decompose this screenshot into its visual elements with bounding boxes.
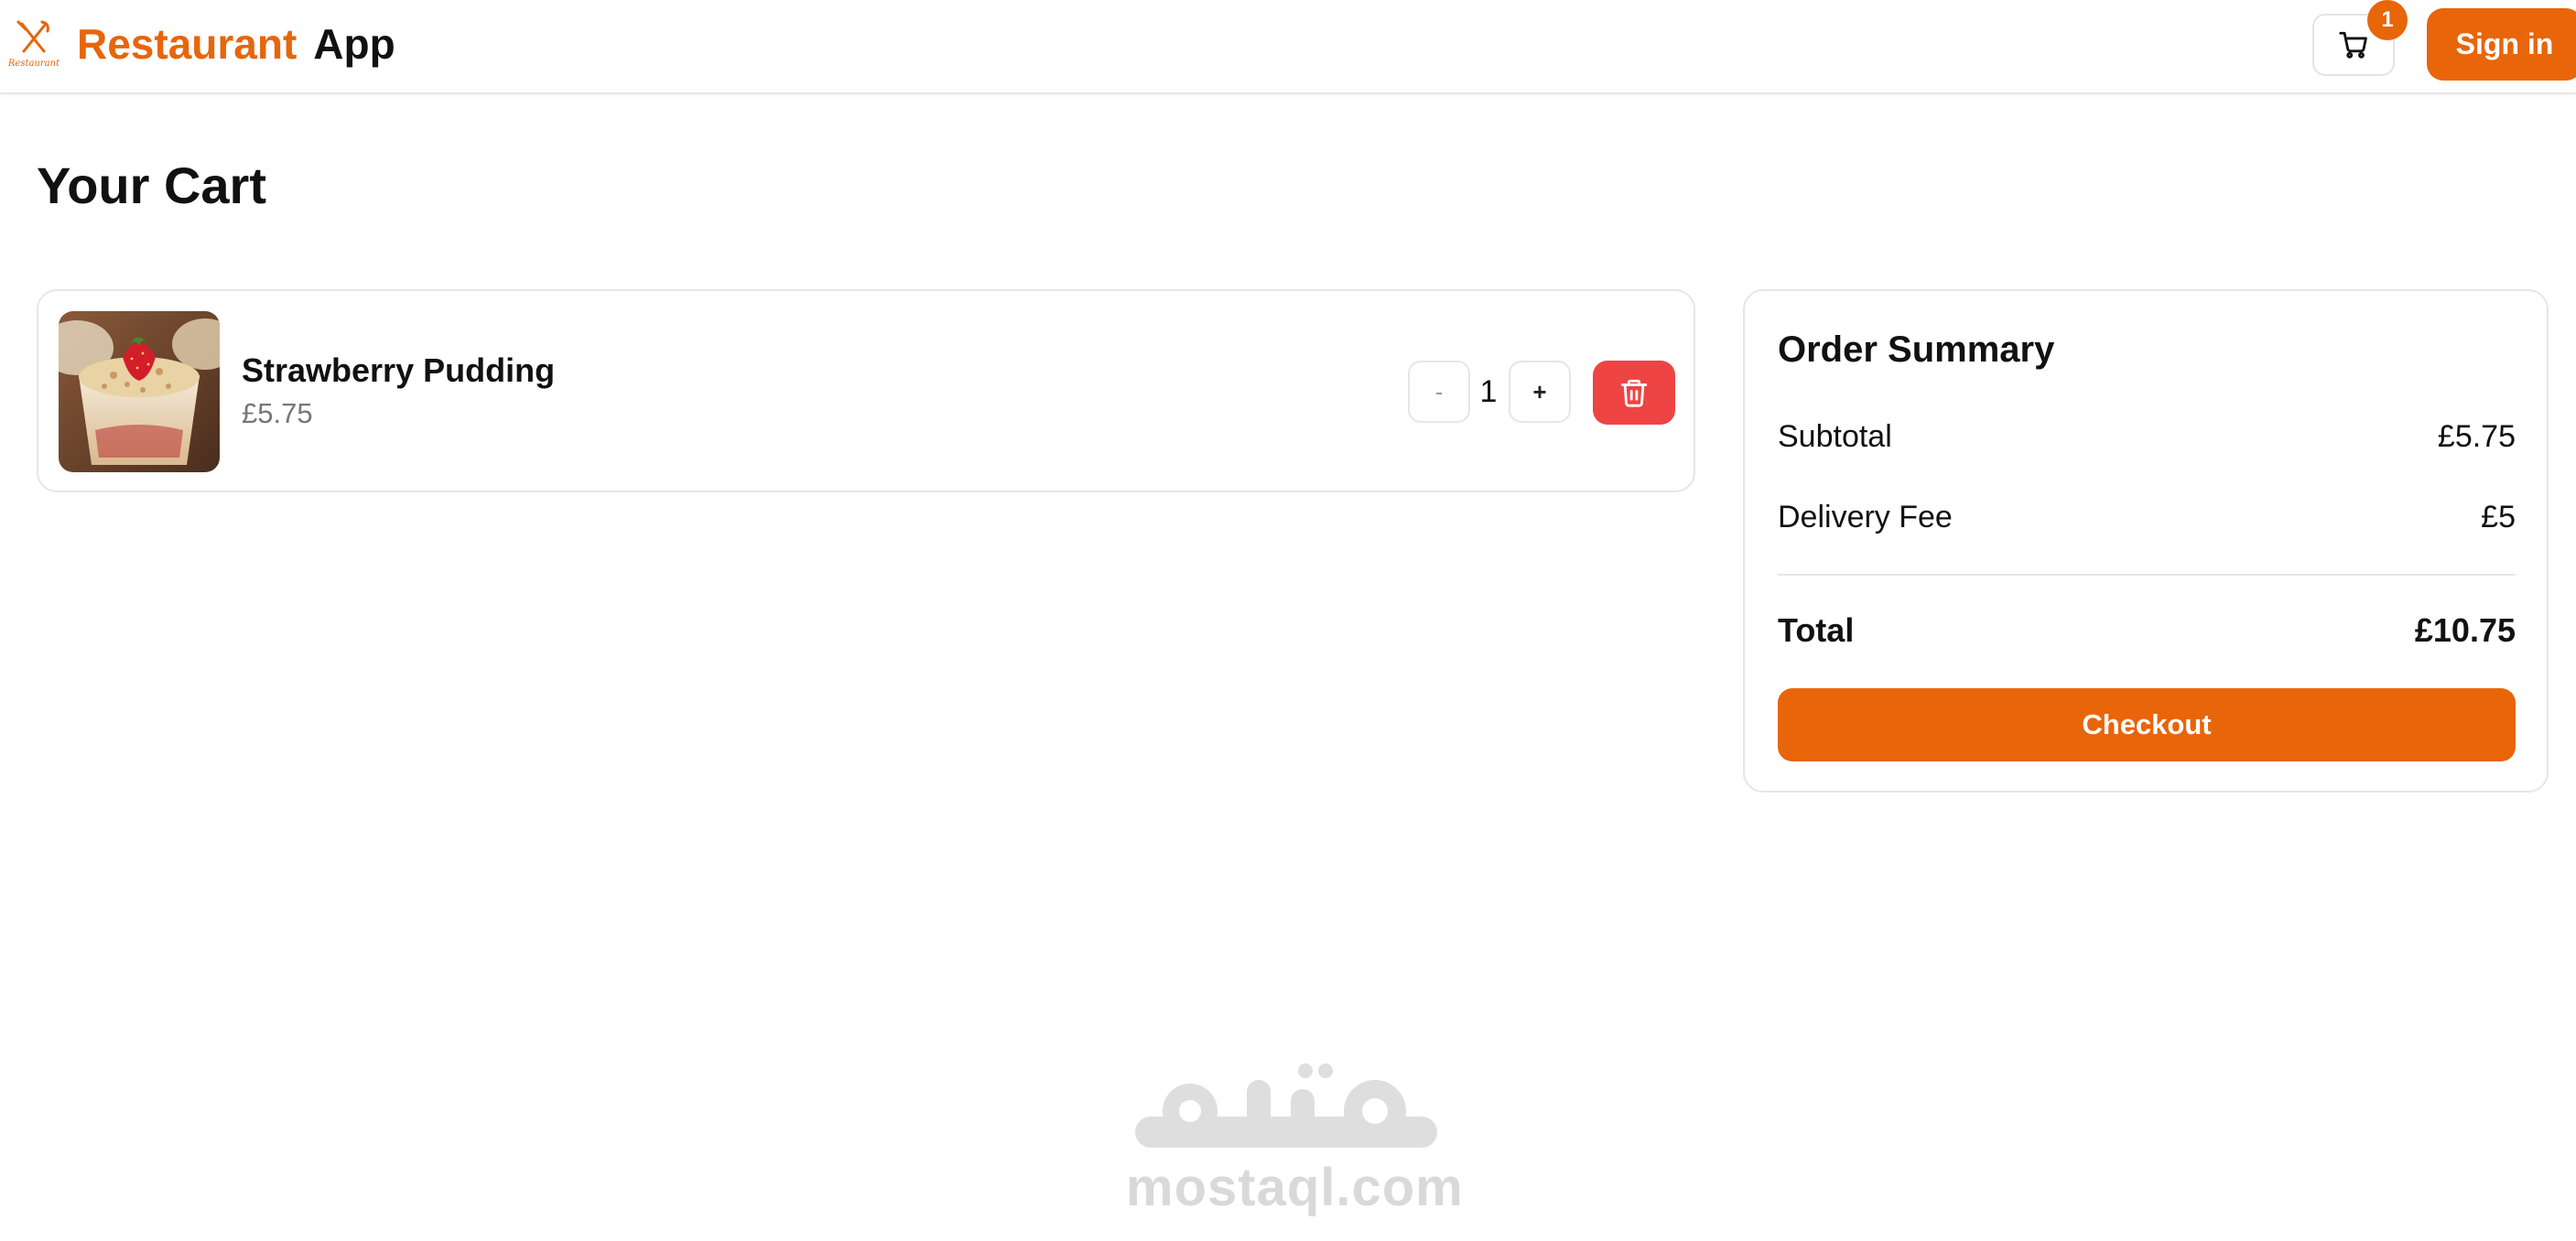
sign-in-button[interactable]: Sign in <box>2427 8 2576 81</box>
item-price: £5.75 <box>242 397 313 429</box>
strawberry-pudding-image <box>59 311 220 472</box>
subtotal-label: Subtotal <box>1778 418 1892 454</box>
page-title: Your Cart <box>37 156 266 214</box>
increase-quantity-button[interactable]: + <box>1509 361 1571 423</box>
checkout-button[interactable]: Checkout <box>1778 688 2516 761</box>
summary-title: Order Summary <box>1778 329 2055 370</box>
subtotal-row: Subtotal £5.75 <box>1778 414 2516 459</box>
item-name: Strawberry Pudding <box>242 351 556 389</box>
app-brand[interactable]: Restaurant App <box>77 18 395 70</box>
brand-accent: Restaurant <box>77 20 298 68</box>
delivery-fee-value: £5 <box>2481 499 2516 534</box>
cart-icon <box>2339 31 2367 59</box>
subtotal-value: £5.75 <box>2437 418 2516 454</box>
total-label: Total <box>1778 611 1855 649</box>
total-row: Total £10.75 <box>1778 608 2516 653</box>
order-summary: Order Summary Subtotal £5.75 Delivery Fe… <box>1743 289 2549 793</box>
delivery-fee-label: Delivery Fee <box>1778 499 1953 534</box>
trash-icon <box>1620 379 1648 407</box>
restaurant-logo[interactable]: Restaurant <box>5 16 62 77</box>
remove-item-button[interactable] <box>1593 361 1675 425</box>
cart-page: Restaurant Restaurant App 1 Sign in Your … <box>0 0 2576 1241</box>
watermark-text: mostaql.com <box>1126 1158 1464 1217</box>
top-navbar: Restaurant Restaurant App 1 Sign in <box>0 0 2576 94</box>
total-value: £10.75 <box>2414 611 2516 649</box>
mostaql-watermark: mostaql.com <box>1126 1062 1464 1226</box>
mostaql-logo-icon <box>1135 1063 1437 1148</box>
summary-divider <box>1778 574 2516 576</box>
logo-wordmark: Restaurant <box>7 59 60 69</box>
brand-rest: App <box>313 20 395 68</box>
cart-item: Strawberry Pudding £5.75 - 1 + <box>37 289 1695 492</box>
delivery-fee-row: Delivery Fee £5 <box>1778 494 2516 540</box>
item-image <box>59 311 220 472</box>
quantity-value: 1 <box>1479 374 1498 409</box>
cart-count-badge: 1 <box>2367 0 2408 40</box>
utensils-icon <box>16 20 49 53</box>
decrease-quantity-button[interactable]: - <box>1408 361 1470 423</box>
